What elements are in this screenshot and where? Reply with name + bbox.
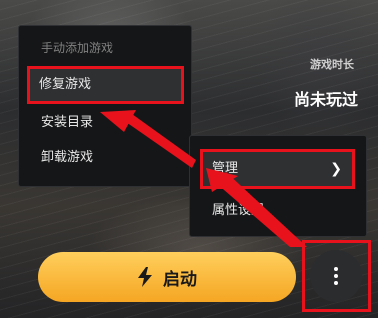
menu-item-uninstall-game[interactable]: 卸载游戏	[41, 148, 93, 168]
lightning-bolt-icon	[138, 267, 152, 287]
menu-item-manage[interactable]: 管理 ❯	[200, 149, 355, 189]
game-context-menu: 手动添加游戏 修复游戏 安装目录 卸载游戏	[18, 25, 192, 187]
menu-item-properties[interactable]: 属性设置	[212, 201, 264, 221]
playtime-label: 游戏时长	[310, 58, 354, 71]
vertical-ellipsis-icon	[334, 267, 338, 285]
more-options-button[interactable]	[310, 250, 362, 302]
menu-item-label: 管理	[212, 161, 239, 176]
menu-item-repair-game[interactable]: 修复游戏	[27, 66, 184, 104]
chevron-right-icon: ❯	[330, 161, 342, 177]
launch-button-label: 启动	[163, 269, 197, 289]
menu-item-add-game: 手动添加游戏	[41, 41, 114, 55]
launch-button[interactable]: 启动	[38, 252, 296, 302]
playtime-value: 尚未玩过	[293, 90, 358, 109]
menu-item-label: 修复游戏	[39, 77, 92, 92]
more-options-menu: 管理 ❯ 属性设置	[189, 135, 367, 237]
menu-item-install-directory[interactable]: 安装目录	[41, 113, 93, 133]
